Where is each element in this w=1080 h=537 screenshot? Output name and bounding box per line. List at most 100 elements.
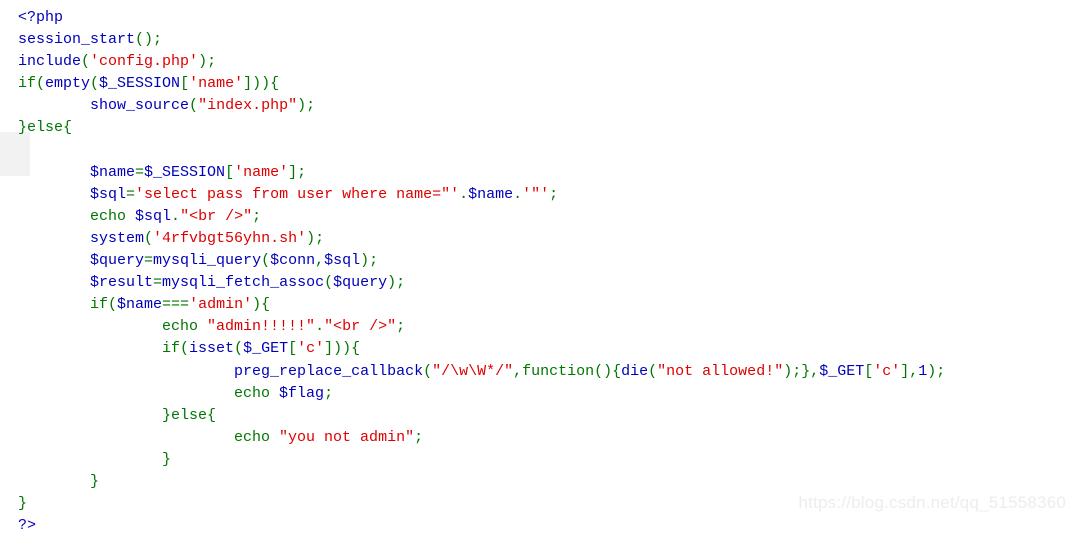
php-source-code-listing: <?php session_start(); include('config.php… <box>0 0 945 537</box>
code-line: $name=$_SESSION['name']; <box>18 162 945 184</box>
code-token: mysqli_query <box>153 252 262 270</box>
code-line: include('config.php'); <box>18 51 945 73</box>
code-token: 'config.php' <box>90 53 199 71</box>
code-token: ( <box>189 97 199 115</box>
code-token: echo <box>18 428 280 446</box>
code-line: echo "you not admin"; <box>18 427 945 449</box>
code-token: ( <box>144 229 154 247</box>
code-token: mysqli_fetch_assoc <box>162 274 325 292</box>
code-token: "/\w\W*/" <box>432 362 514 380</box>
code-token: [ <box>225 163 235 181</box>
code-token: <?php <box>18 9 64 26</box>
code-token: $sql <box>90 185 127 203</box>
code-token: ( <box>261 252 271 270</box>
code-token: echo <box>18 318 208 336</box>
code-token: $name <box>90 163 136 181</box>
code-token: . <box>171 207 181 225</box>
code-token: show_source <box>90 97 190 115</box>
code-token: , <box>315 252 325 270</box>
code-token: ( <box>324 274 334 292</box>
code-token: 'c' <box>297 340 325 358</box>
code-line: } <box>18 471 945 493</box>
code-token: $name <box>468 185 514 203</box>
code-token: ( <box>648 362 658 380</box>
code-token: ); <box>387 274 406 292</box>
code-token: . <box>513 185 523 203</box>
code-token: [ <box>180 75 190 93</box>
code-token: } <box>18 450 172 468</box>
code-token: system <box>90 229 145 247</box>
code-token: ; <box>324 384 334 402</box>
code-token: if( <box>18 340 190 358</box>
code-token: ; <box>414 428 424 446</box>
code-token: preg_replace_callback <box>234 362 424 380</box>
code-token: . <box>459 185 469 203</box>
code-token: } <box>18 495 28 513</box>
code-line: show_source("index.php"); <box>18 95 945 117</box>
code-token: ( <box>423 362 433 380</box>
code-token: '"' <box>522 185 550 203</box>
code-line: }else{ <box>18 405 945 427</box>
code-line: ​ <box>18 140 945 162</box>
code-token: $query <box>333 274 388 292</box>
code-token: echo <box>18 207 136 225</box>
code-token: "<br />" <box>180 207 253 225</box>
code-line: session_start(); <box>18 29 945 51</box>
code-token: = <box>126 185 136 203</box>
code-token: $name <box>117 296 163 314</box>
code-token: ); <box>297 97 316 115</box>
code-token: 'admin' <box>189 296 253 314</box>
code-line: $result=mysqli_fetch_assoc($query); <box>18 272 945 294</box>
code-token: session_start <box>18 31 136 49</box>
code-token: include <box>18 53 82 71</box>
code-token: ); <box>198 53 217 71</box>
code-token: = <box>135 163 145 181</box>
code-line: echo "admin!!!!!"."<br />"; <box>18 316 945 338</box>
code-token: "<br />" <box>324 318 397 336</box>
code-token: $query <box>90 252 145 270</box>
code-token: } <box>18 472 100 490</box>
code-token: ; <box>549 185 559 203</box>
code-token: ( <box>81 53 91 71</box>
code-token: "not allowed!" <box>657 362 784 380</box>
code-token: 1 <box>918 362 928 380</box>
code-token: === <box>162 296 190 314</box>
code-line: <?php <box>18 7 945 29</box>
code-line: $query=mysqli_query($conn,$sql); <box>18 250 945 272</box>
code-token: echo <box>18 384 280 402</box>
code-token: [ <box>288 340 298 358</box>
code-token: ); <box>360 252 379 270</box>
code-line: system('4rfvbgt56yhn.sh'); <box>18 228 945 250</box>
code-token: "you not admin" <box>279 428 415 446</box>
code-token: $result <box>90 274 154 292</box>
code-token: if( <box>18 75 46 93</box>
code-token: $sql <box>135 207 172 225</box>
code-token: "admin!!!!!" <box>207 318 316 336</box>
code-token: isset <box>189 340 235 358</box>
code-token: $_SESSION <box>144 163 226 181</box>
code-line: echo $sql."<br />"; <box>18 206 945 228</box>
code-token: empty <box>45 75 91 93</box>
code-token: ); <box>927 362 946 380</box>
code-token: $flag <box>279 384 325 402</box>
code-token: 'c' <box>873 362 901 380</box>
code-token: }else{ <box>18 119 73 137</box>
code-token: = <box>144 252 154 270</box>
code-token: ?> <box>18 517 37 535</box>
code-token: die <box>621 362 649 380</box>
code-line: if($name==='admin'){ <box>18 294 945 316</box>
code-token: ,function(){ <box>513 362 622 380</box>
code-line: echo $flag; <box>18 383 945 405</box>
code-token: . <box>315 318 325 336</box>
code-token: '4rfvbgt56yhn.sh' <box>153 229 307 247</box>
code-token: ( <box>234 340 244 358</box>
code-token: [ <box>864 362 874 380</box>
code-token: ; <box>252 207 262 225</box>
code-token: 'name' <box>189 75 244 93</box>
